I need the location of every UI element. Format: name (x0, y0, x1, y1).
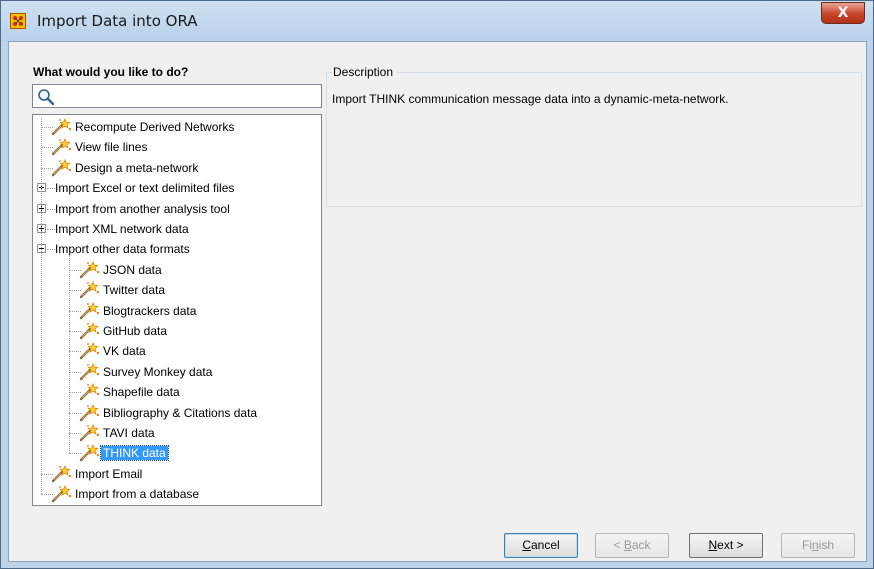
back-mnemonic: B (623, 538, 632, 552)
magic-wand-icon (51, 138, 73, 156)
cancel-label-rest: ancel (530, 538, 560, 552)
tree-guide-line (41, 119, 42, 495)
tree-item-label: Twitter data (103, 283, 166, 298)
back-label-rest: ack (631, 538, 651, 552)
tree-item-label: Import Excel or text delimited files (55, 181, 235, 196)
tree-item-label: GitHub data (103, 324, 168, 338)
magic-wand-icon (79, 260, 101, 279)
tree-folder-row[interactable]: Import Excel or text delimited files (33, 178, 321, 198)
finish-label-rest: ish (818, 538, 835, 552)
tree-item-row[interactable]: Design a meta-network (33, 158, 321, 178)
tree-item-row[interactable]: Shapefile data (33, 382, 321, 402)
window-title: Import Data into ORA (37, 12, 198, 30)
task-prompt-label: What would you like to do? (33, 65, 189, 79)
tree-item-row[interactable]: JSON data (33, 260, 321, 280)
tree-item-label: Shapefile data (103, 385, 180, 400)
magic-wand-icon (51, 464, 73, 483)
next-mnemonic: N (708, 538, 718, 552)
tree-item-row[interactable]: Twitter data (33, 280, 321, 300)
tree-item-row[interactable]: Import from a database (33, 484, 321, 504)
import-options-tree[interactable]: Recompute Derived Networks View file line… (32, 114, 322, 506)
cancel-button[interactable]: Cancel (504, 533, 578, 558)
tree-item-label: Blogtrackers data (103, 303, 197, 318)
tree-guide-line (47, 208, 55, 210)
tree-item-row[interactable]: Blogtrackers data (33, 301, 321, 321)
tree-guide-line (69, 255, 70, 454)
tree-guide-line (47, 188, 55, 190)
tree-folder-row[interactable]: Import XML network data (33, 219, 321, 239)
magic-wand-icon (79, 321, 101, 340)
magic-wand-icon (51, 485, 73, 503)
tree-item-label: Survey Monkey data (103, 364, 213, 379)
finish-label-prefix: Fi (801, 538, 812, 552)
magic-wand-icon (79, 301, 101, 320)
tree-item-label: Import from another analysis tool (55, 201, 230, 216)
tree-item-row[interactable]: GitHub data (33, 321, 321, 341)
next-button[interactable]: Next > (689, 533, 763, 558)
dialog-content: What would you like to do? Recompute Der… (8, 41, 867, 562)
tree-guide-line (47, 249, 55, 251)
magic-wand-icon (79, 281, 101, 299)
magic-wand-icon (51, 117, 73, 136)
tree-item-row[interactable]: Survey Monkey data (33, 362, 321, 382)
tree-item-label: Recompute Derived Networks (75, 120, 235, 134)
cancel-mnemonic: C (522, 538, 531, 552)
next-label-rest: ext > (717, 538, 744, 552)
tree-item-label: Import XML network data (55, 222, 189, 236)
tree-folder-row[interactable]: Import other data formats (33, 239, 321, 259)
finish-button[interactable]: Finish (781, 533, 855, 558)
close-button[interactable]: X (821, 2, 865, 24)
magic-wand-icon (79, 423, 101, 442)
tree-item-row[interactable]: THINK data (33, 443, 321, 463)
tree-item-label: Import from a database (75, 487, 200, 502)
description-text: Import THINK communication message data … (332, 92, 729, 106)
magic-wand-icon (79, 403, 101, 422)
search-input[interactable] (32, 84, 322, 108)
dialog-window: Import Data into ORA X What would you li… (0, 0, 874, 569)
magic-wand-icon (79, 342, 101, 360)
tree-item-label: JSON data (103, 262, 162, 277)
back-label-prefix: < (613, 538, 624, 552)
finish-mnemonic: n (811, 538, 819, 552)
tree-folder-row[interactable]: Import from another analysis tool (33, 199, 321, 219)
tree-item-row[interactable]: VK data (33, 341, 321, 361)
tree-item-row[interactable]: Import Email (33, 464, 321, 484)
tree-item-row[interactable]: Recompute Derived Networks (33, 117, 321, 137)
back-button[interactable]: < Back (595, 533, 669, 558)
tree-item-label: TAVI data (103, 426, 155, 440)
tree-item-label: Import Email (75, 466, 143, 481)
tree-item-label: Import other data formats (55, 242, 190, 257)
magic-wand-icon (79, 383, 101, 401)
tree-item-label: Bibliography & Citations data (103, 405, 258, 420)
tree-item-row[interactable]: TAVI data (33, 423, 321, 443)
tree-item-label: Design a meta-network (75, 160, 199, 175)
ora-app-icon (10, 13, 26, 29)
title-bar[interactable]: Import Data into ORA X (1, 1, 873, 41)
tree-item-label: View file lines (75, 140, 148, 155)
tree-item-row[interactable]: Bibliography & Citations data (33, 403, 321, 423)
magic-wand-icon (51, 158, 73, 177)
tree-item-label: VK data (103, 344, 146, 359)
tree-item-label: THINK data (100, 445, 169, 462)
tree-item-row[interactable]: View file lines (33, 137, 321, 157)
magic-wand-icon (79, 362, 101, 381)
magic-wand-icon (79, 444, 101, 462)
tree-guide-line (47, 229, 55, 230)
search-icon (38, 89, 55, 106)
